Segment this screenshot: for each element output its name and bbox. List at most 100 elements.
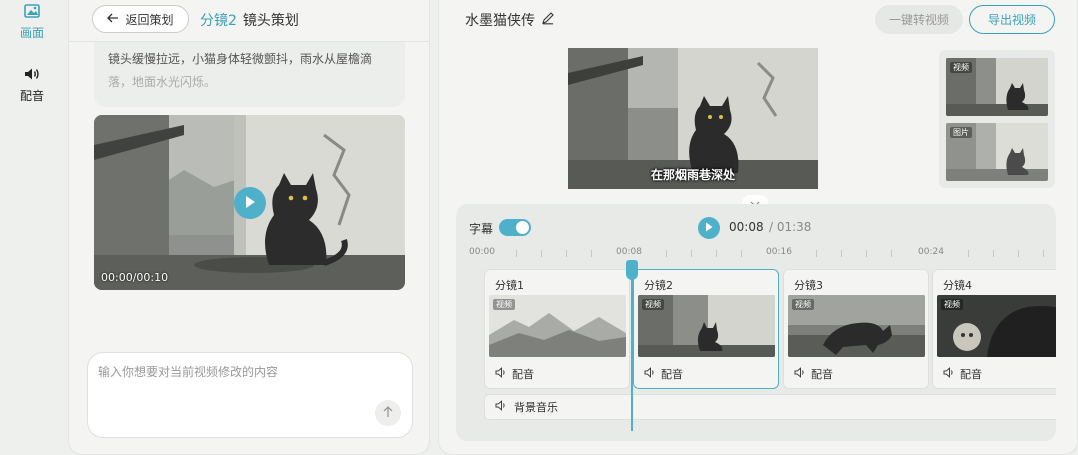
- thumbnail-tag-video: 视频: [950, 62, 972, 73]
- ruler-tick: [1018, 250, 1019, 257]
- ruler-label: 00:00: [469, 247, 495, 257]
- video-preview[interactable]: 在那烟雨巷深处: [568, 48, 818, 189]
- project-title: 水墨猫侠传: [465, 10, 555, 30]
- clip-shot-4[interactable]: 分镜4 视频 配音: [932, 269, 1056, 389]
- clip-dubbing-label: 配音: [661, 368, 683, 381]
- shot-video-player[interactable]: 00:00/00:10: [94, 115, 405, 290]
- shot-planning-panel: 返回策划 分镜2 镜头策划 镜头缓慢拉远，小猫身体轻微颤抖，雨水从屋檐滴 落，地面…: [68, 0, 430, 455]
- shot-description-text: 镜头缓慢拉远，小猫身体轻微颤抖，雨水从屋檐滴: [108, 52, 373, 66]
- shot-description-faded: 落，地面水光闪烁。: [108, 75, 217, 89]
- ruler-tick: [591, 250, 592, 257]
- edit-prompt-box: [87, 352, 413, 438]
- speaker-icon: [644, 367, 657, 381]
- ruler-tick: [541, 250, 542, 257]
- ruler-tick: [968, 250, 969, 257]
- preview-thumbnails: 视频 图片: [939, 50, 1055, 188]
- ruler-label: 00:24: [918, 247, 944, 257]
- clip-tag: 视频: [493, 299, 515, 310]
- clip-thumbnail: 视频: [937, 295, 1056, 357]
- clip-name: 分镜4: [943, 279, 972, 292]
- timeline-play-button[interactable]: [698, 217, 720, 239]
- clip-tag: 视频: [642, 299, 664, 310]
- clip-thumbnail: 视频: [788, 295, 925, 357]
- shot-description: 镜头缓慢拉远，小猫身体轻微颤抖，雨水从屋檐滴 落，地面水光闪烁。: [94, 42, 405, 107]
- speaker-icon: [495, 367, 508, 381]
- back-button-label: 返回策划: [125, 12, 174, 27]
- ruler-tick: [666, 250, 667, 257]
- ruler-tick: [566, 250, 567, 257]
- left-rail: 画面 配音: [0, 0, 64, 455]
- clip-dubbing-label: 配音: [960, 368, 982, 381]
- export-video-button[interactable]: 导出视频: [969, 5, 1055, 34]
- ruler-tick: [866, 250, 867, 257]
- shot-planning-header: 返回策划 分镜2 镜头策划: [69, 0, 429, 42]
- speaker-icon: [943, 367, 956, 381]
- clip-thumbnail: 视频: [489, 295, 626, 357]
- playhead-line: [631, 260, 633, 431]
- current-shot-label: 分镜2: [200, 13, 237, 29]
- arrow-up-icon: [382, 405, 394, 421]
- timeline: 字幕 00:08 / 01:38 00:00 00:08 00:16 00:24: [456, 204, 1056, 441]
- speaker-icon: [794, 367, 807, 381]
- ruler-label: 00:16: [766, 247, 792, 257]
- play-icon: [705, 221, 713, 235]
- clip-dubbing[interactable]: 配音: [644, 366, 683, 382]
- rail-item-picture[interactable]: 画面: [0, 4, 64, 41]
- rail-label-dubbing: 配音: [19, 89, 44, 103]
- arrow-left-icon: [107, 12, 119, 26]
- convert-to-video-button[interactable]: 一键转视频: [875, 5, 963, 34]
- subtitle-toggle-label: 字幕: [469, 222, 494, 236]
- video-time: 00:00/00:10: [101, 271, 169, 284]
- ruler-tick: [841, 250, 842, 257]
- play-icon: [244, 195, 256, 212]
- video-editor-panel: 水墨猫侠传 一键转视频 导出视频 在那烟雨巷深处 视频 图片 字幕 00:08 …: [438, 0, 1078, 455]
- time-ruler[interactable]: 00:00 00:08 00:16 00:24: [456, 246, 1056, 260]
- subtitle-overlay: 在那烟雨巷深处: [650, 168, 735, 182]
- speaker-icon: [24, 67, 40, 84]
- rail-item-dubbing[interactable]: 配音: [0, 67, 64, 104]
- ruler-tick: [691, 250, 692, 257]
- clip-dubbing-label: 配音: [811, 368, 833, 381]
- total-time: / 01:38: [769, 220, 812, 234]
- clip-thumbnail: 视频: [638, 295, 775, 357]
- clip-shot-3[interactable]: 分镜3 视频 配音: [783, 269, 929, 389]
- project-title-text: 水墨猫侠传: [465, 13, 535, 29]
- background-music-label: 背景音乐: [514, 401, 558, 414]
- clip-tag: 视频: [792, 299, 814, 310]
- play-button[interactable]: [234, 187, 266, 219]
- current-time: 00:08: [729, 220, 764, 234]
- back-to-planning-button[interactable]: 返回策划: [92, 5, 189, 33]
- clip-name: 分镜1: [495, 279, 524, 292]
- clip-name: 分镜2: [644, 279, 673, 292]
- toggle-knob: [516, 221, 529, 234]
- rail-label-picture: 画面: [19, 26, 44, 40]
- page-title: 分镜2 镜头策划: [200, 10, 299, 30]
- image-icon: [24, 4, 40, 21]
- edit-pencil-icon[interactable]: [541, 11, 555, 29]
- ruler-tick: [891, 250, 892, 257]
- clip-shot-2[interactable]: 分镜2 视频 配音: [633, 269, 779, 389]
- page-title-text: 镜头策划: [242, 13, 299, 29]
- clip-name: 分镜3: [794, 279, 823, 292]
- speaker-icon: [495, 400, 508, 414]
- send-button[interactable]: [375, 400, 401, 426]
- clip-dubbing-label: 配音: [512, 368, 534, 381]
- clip-dubbing[interactable]: 配音: [495, 366, 534, 382]
- edit-prompt-input[interactable]: [98, 363, 398, 403]
- ruler-label: 00:08: [616, 247, 642, 257]
- thumbnail-video[interactable]: 视频: [946, 58, 1048, 116]
- ruler-tick: [716, 250, 717, 257]
- playhead-handle[interactable]: [626, 260, 638, 280]
- clip-dubbing[interactable]: 配音: [943, 366, 982, 382]
- thumbnail-image[interactable]: 图片: [946, 123, 1048, 181]
- subtitle-toggle[interactable]: [499, 219, 531, 236]
- clip-tag: 视频: [941, 299, 963, 310]
- thumbnail-tag-image: 图片: [950, 127, 972, 138]
- ruler-tick: [1043, 250, 1044, 257]
- clip-shot-1[interactable]: 分镜1 视频 配音: [484, 269, 630, 389]
- background-music-track[interactable]: 背景音乐: [484, 394, 1056, 420]
- ruler-tick: [993, 250, 994, 257]
- ruler-tick: [741, 250, 742, 257]
- ruler-tick: [816, 250, 817, 257]
- clip-dubbing[interactable]: 配音: [794, 366, 833, 382]
